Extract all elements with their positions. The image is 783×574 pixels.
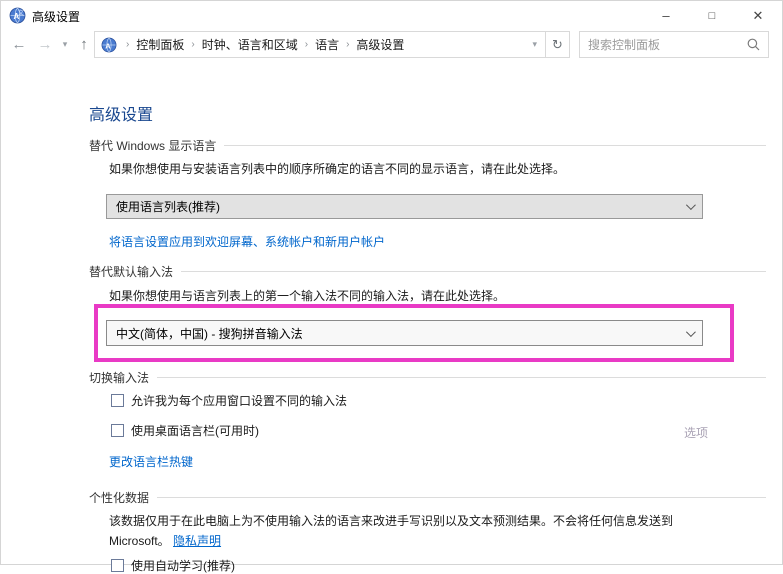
refresh-button[interactable]: ↻ [545,31,570,58]
navigation-toolbar: ← → ▾ ↑ A › 控制面板 › 时钟、语言和区域 › 语言 › 高级设置 … [1,31,782,59]
personalization-description-line2: Microsoft。 隐私声明 [109,532,221,549]
page-title: 高级设置 [89,107,154,124]
per-app-input-method-checkbox[interactable] [111,394,124,407]
per-app-input-method-label: 允许我为每个应用窗口设置不同的输入法 [131,394,348,408]
default-input-method-dropdown-value: 中文(简体，中国) - 搜狗拼音输入法 [116,326,303,341]
section-display-language-header: 替代 Windows 显示语言 [89,137,766,154]
personalization-description-line1: 该数据仅用于在此电脑上为不使用输入法的语言来改进手写识别以及文本预测结果。不会将… [109,514,674,528]
maximize-button[interactable]: □ [689,1,735,31]
back-icon[interactable]: ← [7,31,31,58]
chevron-down-icon [685,326,696,337]
breadcrumb-clock-language-region[interactable]: 时钟、语言和区域 [202,36,298,53]
address-bar[interactable]: A › 控制面板 › 时钟、语言和区域 › 语言 › 高级设置 ▾ [94,31,546,58]
section-personalization-header: 个性化数据 [89,489,766,506]
section-divider [157,497,766,498]
history-chevron-icon[interactable]: ▾ [57,31,73,58]
breadcrumb-separator: › [346,39,350,50]
search-input[interactable]: 搜索控制面板 [588,36,747,53]
search-box[interactable]: 搜索控制面板 [579,31,769,58]
minimize-button[interactable]: – [643,1,689,31]
automatic-learning-label: 使用自动学习(推荐) [131,559,235,573]
forward-icon[interactable]: → [33,31,57,58]
section-divider [157,377,766,378]
section-title: 替代 Windows 显示语言 [89,139,217,153]
default-input-method-dropdown[interactable]: 中文(简体，中国) - 搜狗拼音输入法 [106,320,703,346]
display-language-dropdown-value: 使用语言列表(推荐) [116,200,220,214]
display-language-dropdown[interactable]: 使用语言列表(推荐) [106,194,703,219]
automatic-learning-checkbox[interactable] [111,559,124,572]
breadcrumb-control-panel[interactable]: 控制面板 [136,36,184,53]
svg-text:文: 文 [18,9,24,17]
automatic-learning-row-cutoff: 使用自动学习(推荐) [111,557,235,574]
title-bar: A 文 高级设置 – □ ✕ [1,1,782,31]
language-bar-options-link[interactable]: 选项 [684,424,708,441]
breadcrumb-language[interactable]: 语言 [315,36,339,53]
desktop-language-bar-row: 使用桌面语言栏(可用时) [111,422,259,439]
desktop-language-bar-label: 使用桌面语言栏(可用时) [131,424,259,438]
display-language-description: 如果你想使用与安装语言列表中的顺序所确定的语言不同的显示语言，请在此处选择。 [109,162,566,176]
section-switching-input-header: 切换输入法 [89,369,766,386]
per-app-input-method-row: 允许我为每个应用窗口设置不同的输入法 [111,392,347,409]
svg-text:A: A [105,41,111,50]
language-globe-icon: A 文 [9,7,26,24]
section-default-input-header: 替代默认输入法 [89,263,766,280]
apply-language-settings-link[interactable]: 将语言设置应用到欢迎屏幕、系统帐户和新用户帐户 [109,233,385,250]
privacy-statement-link[interactable]: 隐私声明 [173,534,221,548]
window-title: 高级设置 [32,10,81,24]
section-title: 替代默认输入法 [89,265,174,279]
section-title: 切换输入法 [89,371,150,385]
advanced-language-settings-window: { "window": { "title": "高级设置", "controls… [0,0,783,573]
breadcrumb-separator: › [191,39,195,50]
microsoft-text: Microsoft。 [109,534,170,548]
breadcrumb-advanced-settings[interactable]: 高级设置 [356,36,404,53]
desktop-language-bar-checkbox[interactable] [111,424,124,437]
up-icon[interactable]: ↑ [73,31,95,58]
section-divider [224,145,766,146]
section-title: 个性化数据 [89,491,150,505]
close-button[interactable]: ✕ [735,1,781,31]
language-globe-icon: A [101,37,117,52]
chevron-down-icon [685,200,696,211]
change-language-bar-hotkeys-link[interactable]: 更改语言栏热键 [109,453,193,470]
breadcrumb-separator: › [126,39,130,50]
section-divider [181,271,766,272]
breadcrumb-separator: › [304,39,309,50]
address-dropdown-icon[interactable]: ▾ [532,39,539,50]
default-input-description: 如果你想使用与语言列表上的第一个输入法不同的输入法，请在此处选择。 [109,289,506,303]
search-icon[interactable] [747,38,760,51]
